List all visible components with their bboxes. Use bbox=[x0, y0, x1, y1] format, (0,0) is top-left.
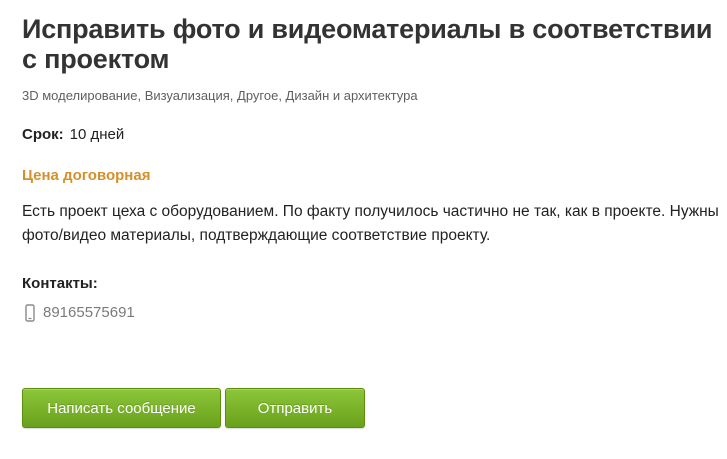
project-description: Есть проект цеха с оборудованием. По фак… bbox=[22, 203, 719, 244]
phone-row: 89165575691 bbox=[22, 304, 722, 322]
action-buttons: Написать сообщение Отправить bbox=[22, 388, 365, 428]
deadline-row: Срок: 10 дней bbox=[22, 126, 722, 144]
project-card: Исправить фото и видеоматериалы в соотве… bbox=[22, 14, 722, 322]
contacts-title: Контакты: bbox=[22, 275, 98, 292]
send-button[interactable]: Отправить bbox=[225, 388, 365, 428]
mobile-phone-icon bbox=[24, 304, 36, 322]
write-message-button[interactable]: Написать сообщение bbox=[22, 388, 221, 428]
deadline-value: 10 дней bbox=[69, 126, 125, 143]
price-label: Цена договорная bbox=[22, 167, 151, 184]
project-title: Исправить фото и видеоматериалы в соотве… bbox=[22, 14, 713, 74]
phone-number[interactable]: 89165575691 bbox=[43, 304, 135, 322]
project-categories: 3D моделирование, Визуализация, Другое, … bbox=[22, 88, 418, 103]
deadline-label: Срок: bbox=[22, 126, 64, 143]
